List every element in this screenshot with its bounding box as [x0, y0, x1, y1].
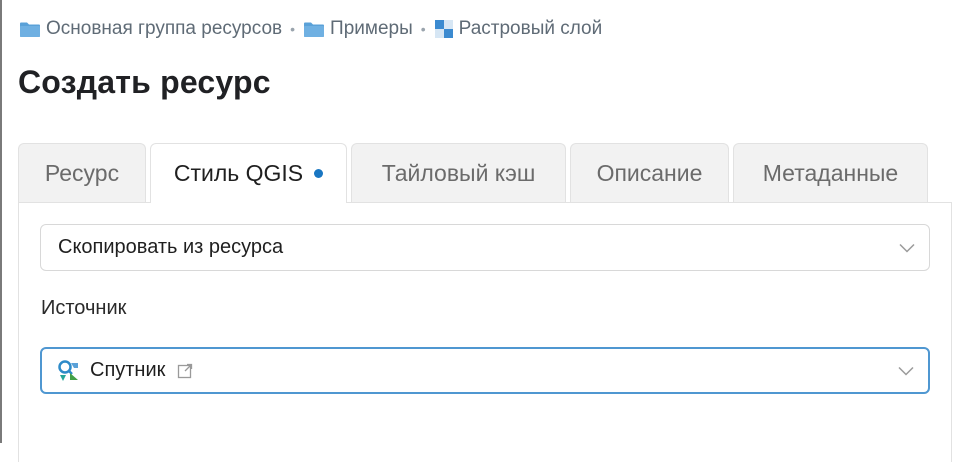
- chevron-down-icon: [898, 366, 914, 376]
- breadcrumb-item-examples[interactable]: Примеры: [303, 18, 413, 40]
- source-label: Источник: [41, 297, 127, 319]
- tab-label: Стиль QGIS: [173, 160, 304, 186]
- source-select-value: Спутник: [90, 359, 166, 381]
- folder-icon: [20, 22, 40, 37]
- raster-layer-icon: [434, 20, 453, 38]
- breadcrumb-label: Основная группа ресурсов: [46, 18, 283, 39]
- tab-label: Ресурс: [44, 159, 120, 186]
- external-link-icon[interactable]: [177, 363, 193, 379]
- breadcrumb-separator: •: [420, 21, 426, 37]
- page-title: Создать ресурс: [18, 64, 271, 100]
- breadcrumb-label: Примеры: [330, 18, 413, 39]
- breadcrumb-label: Растровый слой: [458, 18, 603, 39]
- window-border: [0, 0, 2, 443]
- tab-description[interactable]: Описание: [570, 143, 729, 202]
- mode-select[interactable]: Скопировать из ресурса: [40, 224, 930, 271]
- tab-qgis-style[interactable]: Стиль QGIS: [150, 143, 347, 203]
- breadcrumb-item-raster-layer[interactable]: Растровый слой: [434, 18, 603, 40]
- tab-resource[interactable]: Ресурс: [18, 143, 146, 202]
- chevron-down-icon: [899, 243, 915, 253]
- tab-metadata[interactable]: Метаданные: [733, 143, 928, 202]
- mode-select-value: Скопировать из ресурса: [58, 236, 284, 258]
- tab-tile-cache[interactable]: Тайловый кэш: [351, 143, 566, 202]
- tab-label: Тайловый кэш: [381, 159, 536, 186]
- tab-label: Метаданные: [762, 159, 899, 186]
- breadcrumb: Основная группа ресурсов • Примеры • Рас…: [19, 17, 602, 41]
- folder-icon: [304, 22, 325, 37]
- breadcrumb-item-main-group[interactable]: Основная группа ресурсов: [19, 18, 282, 40]
- tab-label: Описание: [596, 159, 703, 186]
- qgis-style-icon: [58, 359, 78, 381]
- modified-indicator-dot: [314, 169, 324, 178]
- source-select[interactable]: Спутник: [40, 347, 930, 394]
- tab-bar: Ресурс Стиль QGIS Тайловый кэш Описание …: [18, 143, 932, 203]
- breadcrumb-separator: •: [290, 21, 296, 37]
